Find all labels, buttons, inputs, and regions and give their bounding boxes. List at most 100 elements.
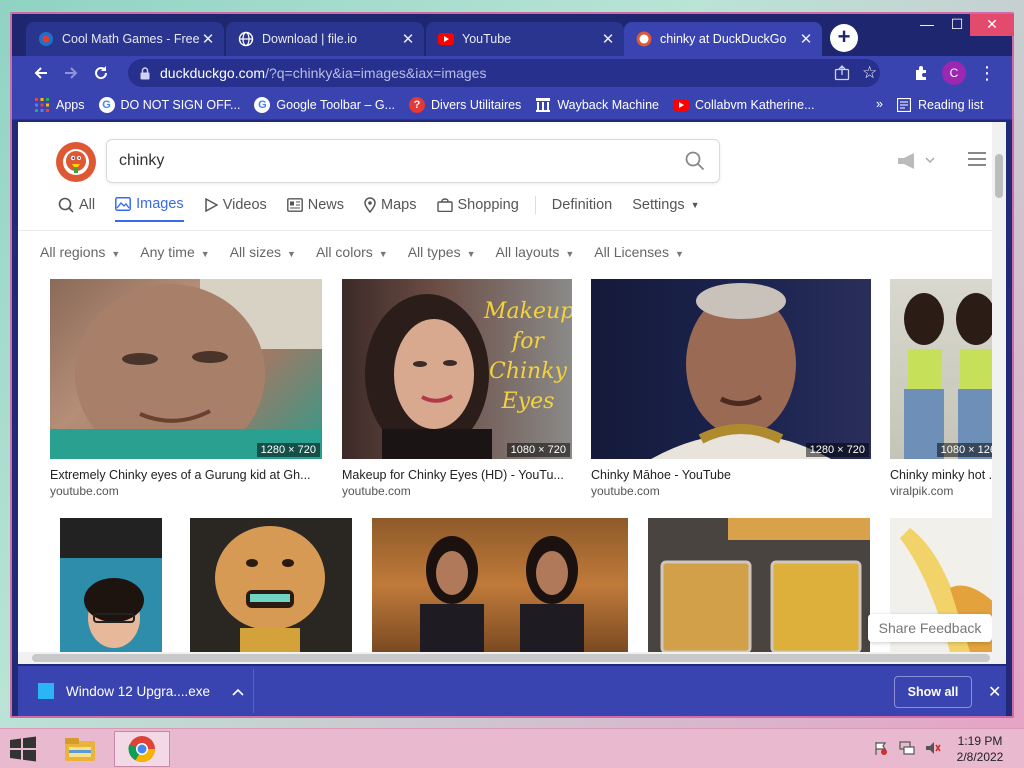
image-dimensions: 1080 × 126 — [936, 443, 1000, 457]
more-bookmarks-chevron-icon[interactable]: » — [876, 97, 883, 111]
kebab-menu-icon[interactable]: ⋮ — [972, 58, 1002, 88]
close-icon[interactable]: ✕ — [798, 30, 814, 48]
hamburger-menu-icon[interactable] — [968, 152, 986, 170]
shopping-bag-icon — [436, 198, 453, 212]
forward-arrow-icon[interactable] — [56, 58, 86, 88]
bookmark-divers-utilitaires[interactable]: ? Divers Utilitaires — [409, 96, 521, 113]
filter-license[interactable]: All Licenses ▼ — [594, 244, 684, 260]
tab-news[interactable]: News — [286, 196, 344, 222]
image-result[interactable] — [190, 518, 352, 652]
caret-down-icon: ▼ — [674, 249, 684, 259]
tab-fileio[interactable]: Download | file.io ✕ — [226, 22, 424, 56]
network-icon[interactable] — [898, 739, 916, 757]
new-tab-button[interactable]: + — [830, 24, 858, 52]
filter-type[interactable]: All types ▼ — [408, 244, 476, 260]
tab-images[interactable]: Images — [115, 196, 184, 222]
overlay-line: Makeup — [484, 299, 572, 324]
volume-muted-icon[interactable] — [924, 739, 942, 757]
filter-time[interactable]: Any time ▼ — [140, 244, 209, 260]
scrollbar-thumb[interactable] — [995, 154, 1003, 198]
bookmark-google-toolbar[interactable]: G Google Toolbar – G... — [254, 96, 395, 113]
download-item[interactable]: Window 12 Upgra....exe — [38, 669, 254, 713]
image-result[interactable] — [372, 518, 628, 652]
address-bar[interactable]: duckduckgo.com /?q=chinky&ia=images&iax=… — [128, 59, 880, 87]
result-thumbnail: 1280 × 720 — [50, 279, 322, 459]
bookmark-collabvm[interactable]: Collabvm Katherine... — [672, 97, 815, 113]
duckduckgo-logo-icon[interactable] — [56, 142, 96, 182]
tab-all[interactable]: All — [58, 196, 95, 222]
window-close-icon[interactable]: ✕ — [970, 14, 1014, 36]
star-icon[interactable]: ☆ — [862, 63, 877, 83]
bookmark-label: Wayback Machine — [557, 97, 659, 112]
share-icon[interactable] — [834, 65, 850, 84]
globe-icon — [238, 31, 254, 47]
reload-icon[interactable] — [86, 58, 116, 88]
tab-divider — [534, 196, 536, 214]
filter-region[interactable]: All regions ▼ — [40, 244, 120, 260]
taskbar-clock[interactable]: 1:19 PM 2/8/2022 — [944, 733, 1016, 765]
tab-label: Maps — [381, 197, 417, 213]
search-nav-tabs: All Images Videos News Maps Shopping Def… — [58, 196, 720, 222]
image-icon — [115, 197, 132, 211]
close-icon[interactable]: ✕ — [200, 30, 216, 48]
horizontal-scrollbar[interactable] — [18, 652, 1006, 664]
newspaper-icon — [286, 198, 303, 212]
tab-definition[interactable]: Definition — [552, 196, 612, 222]
image-result[interactable]: 1080 × 126 Chinky minky hot ... viralpik… — [890, 279, 1006, 503]
profile-avatar[interactable]: C — [942, 61, 966, 85]
vertical-scrollbar[interactable] — [992, 122, 1006, 652]
image-dimensions: 1280 × 720 — [256, 443, 320, 457]
tab-shopping[interactable]: Shopping — [436, 196, 519, 222]
close-icon[interactable]: ✕ — [988, 682, 1001, 702]
map-pin-icon — [364, 197, 376, 213]
filter-layout[interactable]: All layouts ▼ — [496, 244, 575, 260]
tab-youtube[interactable]: YouTube ✕ — [426, 22, 624, 56]
download-filename: Window 12 Upgra....exe — [66, 683, 211, 699]
scrollbar-thumb[interactable] — [32, 654, 990, 662]
minimize-icon[interactable]: — — [912, 14, 942, 36]
maximize-icon[interactable]: ☐ — [942, 14, 972, 36]
image-result[interactable]: 1280 × 720 Chinky Māhoe - YouTube youtub… — [591, 279, 871, 503]
bookmark-do-not-sign-off[interactable]: G DO NOT SIGN OFF... — [98, 96, 240, 113]
tab-maps[interactable]: Maps — [364, 196, 417, 222]
chevron-up-icon[interactable] — [232, 684, 244, 699]
clock-date: 2/8/2022 — [956, 750, 1004, 764]
image-result[interactable] — [648, 518, 870, 652]
caret-down-icon: ▼ — [466, 249, 476, 259]
windows-start-icon[interactable] — [8, 735, 38, 763]
share-feedback-button[interactable]: Share Feedback — [868, 614, 992, 642]
chrome-taskbar-icon[interactable] — [114, 731, 170, 767]
close-icon[interactable]: ✕ — [400, 30, 416, 48]
reading-list-button[interactable]: Reading list — [896, 97, 983, 113]
bookmark-wayback-machine[interactable]: Wayback Machine — [535, 97, 659, 113]
tab-title: chinky at DuckDuckGo — [660, 32, 787, 46]
image-result[interactable]: Makeup for Chinky Eyes 1080 × 720 Makeup… — [342, 279, 572, 503]
search-icon[interactable] — [685, 151, 705, 176]
taskbar: 1:19 PM 2/8/2022 — [0, 728, 1024, 768]
close-icon[interactable]: ✕ — [600, 30, 616, 48]
filter-color[interactable]: All colors ▼ — [316, 244, 388, 260]
tab-videos[interactable]: Videos — [204, 196, 267, 222]
file-explorer-icon[interactable] — [52, 731, 108, 767]
bookmark-apps[interactable]: Apps — [34, 97, 85, 113]
megaphone-icon[interactable] — [896, 152, 936, 175]
filter-size[interactable]: All sizes ▼ — [230, 244, 296, 260]
tab-strip: Cool Math Games - Free ✕ Download | file… — [12, 14, 1014, 56]
tab-settings[interactable]: Settings ▼ — [632, 196, 699, 222]
action-center-flag-icon[interactable] — [872, 739, 890, 757]
tab-coolmath[interactable]: Cool Math Games - Free ✕ — [26, 22, 224, 56]
tab-title: Download | file.io — [262, 32, 357, 46]
clock-time: 1:19 PM — [957, 734, 1003, 748]
download-bar: Window 12 Upgra....exe Show all ✕ — [18, 666, 1006, 716]
extensions-puzzle-icon[interactable] — [906, 58, 936, 88]
bookmark-label: Collabvm Katherine... — [694, 97, 815, 112]
show-all-button[interactable]: Show all — [894, 676, 972, 708]
divider — [18, 230, 1006, 231]
search-input[interactable]: chinky — [106, 139, 720, 183]
filter-label: All Licenses — [594, 244, 669, 260]
play-icon — [204, 198, 218, 212]
back-arrow-icon[interactable] — [26, 58, 56, 88]
image-result[interactable]: 1280 × 720 Extremely Chinky eyes of a Gu… — [50, 279, 322, 503]
image-result[interactable] — [60, 518, 162, 652]
tab-duckduckgo[interactable]: chinky at DuckDuckGo ✕ — [624, 22, 822, 56]
